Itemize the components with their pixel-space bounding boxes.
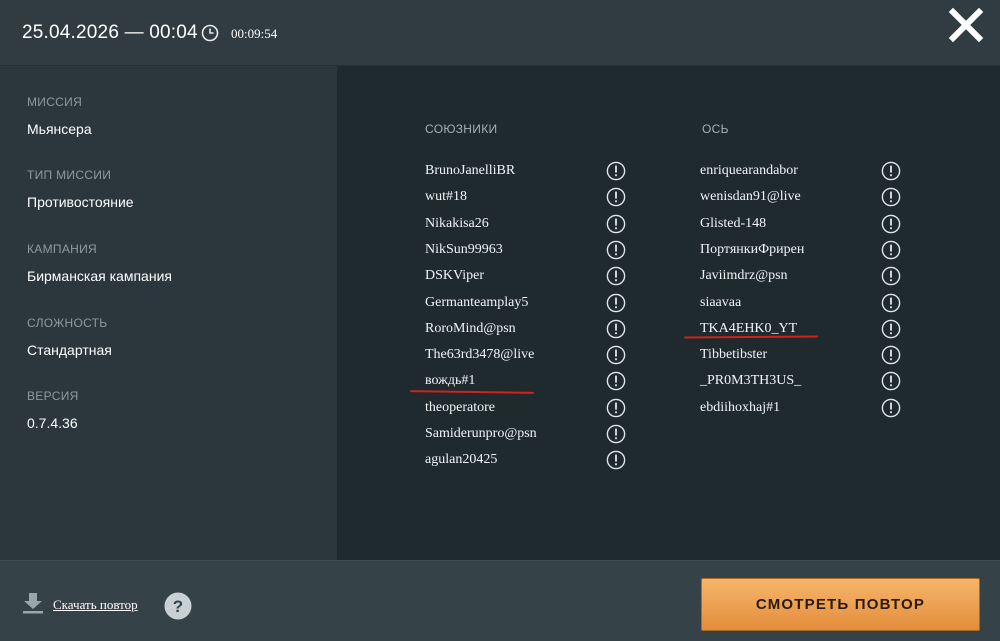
header-bar: 25.04.2026 — 00:04 00:09:54 xyxy=(0,0,1000,66)
allies-player-name: NikSun99963 xyxy=(425,241,503,257)
axis-player-name: ebdiihoxhaj#1 xyxy=(700,399,781,415)
axis-player-name: wenisdan91@live xyxy=(700,189,801,205)
report-player-icon[interactable] xyxy=(881,345,901,365)
report-player-icon[interactable] xyxy=(881,187,901,207)
version-label: ВЕРСИЯ xyxy=(27,389,79,403)
download-icon[interactable] xyxy=(22,592,44,614)
report-player-icon[interactable] xyxy=(881,319,901,339)
report-player-icon[interactable] xyxy=(606,293,626,313)
report-player-icon[interactable] xyxy=(606,345,626,365)
campaign-value: Бирманская кампания xyxy=(27,268,172,284)
match-datetime: 25.04.2026 — 00:04 xyxy=(22,22,198,43)
report-player-icon[interactable] xyxy=(606,424,626,444)
svg-text:?: ? xyxy=(173,597,183,616)
allies-player-name: BrunoJanelliBR xyxy=(425,163,516,178)
axis-header: ОСЬ xyxy=(702,122,729,136)
axis-player-name: _PR0M3TH3US_ xyxy=(700,373,802,389)
report-player-icon[interactable] xyxy=(606,398,626,418)
close-icon[interactable] xyxy=(947,6,985,44)
allies-player-name: вождь#1 xyxy=(425,373,476,389)
mission-value: Мьянсера xyxy=(27,121,92,137)
mission-label: МИССИЯ xyxy=(27,95,83,109)
axis-player-name: TKA4EHK0_YT xyxy=(700,320,798,336)
allies-player-name: RoroMind@psn xyxy=(425,320,516,336)
version-value: 0.7.4.36 xyxy=(27,415,78,431)
report-player-icon[interactable] xyxy=(881,371,901,391)
axis-player-name: Javiimdrz@psn xyxy=(700,268,788,284)
allies-player-name: Germanteamplay5 xyxy=(425,294,529,310)
download-replay-link[interactable]: Скачать повтор xyxy=(53,597,138,613)
mission-type-label: ТИП МИССИИ xyxy=(27,168,112,182)
report-player-icon[interactable] xyxy=(881,214,901,234)
allies-player-name: The63rd3478@live xyxy=(425,347,535,363)
report-player-icon[interactable] xyxy=(606,371,626,391)
difficulty-value: Стандартная xyxy=(27,342,112,358)
report-player-icon[interactable] xyxy=(606,450,626,470)
report-player-icon[interactable] xyxy=(606,319,626,339)
report-player-icon[interactable] xyxy=(881,398,901,418)
allies-player-name: Samiderunpro@psn xyxy=(425,426,537,441)
help-icon[interactable]: ? xyxy=(164,592,192,620)
report-player-icon[interactable] xyxy=(606,161,626,181)
allies-player-name: agulan20425 xyxy=(425,452,498,468)
mission-info-panel xyxy=(0,66,337,560)
report-player-icon[interactable] xyxy=(881,266,901,286)
watch-replay-button[interactable]: СМОТРЕТЬ ПОВТОР xyxy=(701,578,980,631)
teams-panel xyxy=(337,66,1000,560)
clock-icon xyxy=(201,24,219,42)
allies-player-name: DSKViper xyxy=(425,268,485,284)
report-player-icon[interactable] xyxy=(881,240,901,260)
report-player-icon[interactable] xyxy=(606,214,626,234)
axis-player-name: siaavaa xyxy=(700,294,742,310)
allies-player-name: Nikakisa26 xyxy=(425,215,489,231)
axis-player-name: ПортянкиФрирен xyxy=(700,241,805,257)
difficulty-label: СЛОЖНОСТЬ xyxy=(27,316,108,330)
axis-player-name: enriquearandabor xyxy=(700,163,798,178)
match-duration: 00:09:54 xyxy=(231,26,278,41)
allies-player-name: theoperatore xyxy=(425,399,495,415)
axis-player-name: Glisted-148 xyxy=(700,215,767,231)
axis-player-name: Tibbetibster xyxy=(700,347,768,363)
report-player-icon[interactable] xyxy=(606,240,626,260)
report-player-icon[interactable] xyxy=(606,266,626,286)
campaign-label: КАМПАНИЯ xyxy=(27,242,97,256)
mission-type-value: Противостояние xyxy=(27,194,134,210)
report-player-icon[interactable] xyxy=(881,161,901,181)
report-player-icon[interactable] xyxy=(881,293,901,313)
report-player-icon[interactable] xyxy=(606,187,626,207)
allies-player-name: wut#18 xyxy=(425,189,467,205)
allies-header: СОЮЗНИКИ xyxy=(425,122,498,136)
